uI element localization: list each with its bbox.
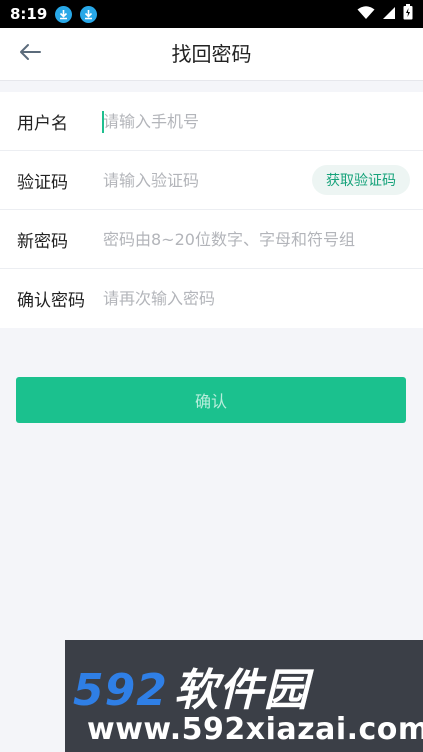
status-left: 8:19 bbox=[10, 5, 98, 23]
watermark-logo: 592 软件园 bbox=[73, 654, 309, 718]
status-bar: 8:19 bbox=[0, 0, 423, 28]
username-label: 用户名 bbox=[17, 113, 68, 134]
new-password-label: 新密码 bbox=[17, 231, 68, 252]
back-button[interactable] bbox=[10, 36, 50, 72]
status-right bbox=[357, 4, 413, 24]
watermark-banner: 592 软件园 www.592xiazai.com bbox=[65, 640, 423, 752]
confirm-password-label: 确认密码 bbox=[17, 291, 85, 311]
download-icon bbox=[80, 5, 98, 23]
watermark-url: www.592xiazai.com bbox=[87, 712, 423, 747]
wifi-icon bbox=[357, 5, 375, 24]
verification-code-label: 验证码 bbox=[17, 172, 68, 193]
download-icon bbox=[55, 5, 73, 23]
battery-icon bbox=[403, 4, 413, 24]
status-time: 8:19 bbox=[10, 5, 48, 23]
page-title: 找回密码 bbox=[171, 42, 252, 66]
username-input[interactable] bbox=[103, 106, 423, 136]
arrow-left-icon bbox=[18, 42, 42, 66]
confirm-password-input[interactable] bbox=[103, 283, 423, 314]
new-password-input[interactable] bbox=[103, 224, 423, 254]
text-caret bbox=[102, 111, 104, 133]
watermark-logo-number: 592 bbox=[73, 665, 168, 716]
username-row: 用户名 bbox=[0, 92, 423, 151]
get-code-button[interactable]: 获取验证码 bbox=[312, 165, 410, 195]
app-bar: 找回密码 bbox=[0, 28, 423, 81]
new-password-row: 新密码 bbox=[0, 210, 423, 269]
verification-code-input[interactable] bbox=[103, 165, 312, 195]
signal-icon bbox=[382, 5, 396, 24]
confirm-password-row: 确认密码 bbox=[0, 269, 423, 328]
verification-code-row: 验证码 获取验证码 bbox=[0, 151, 423, 210]
watermark-logo-text: 软件园 bbox=[173, 665, 309, 716]
reset-password-form: 用户名 验证码 获取验证码 新密码 确认密码 bbox=[0, 92, 423, 328]
confirm-button[interactable]: 确认 bbox=[16, 377, 406, 423]
